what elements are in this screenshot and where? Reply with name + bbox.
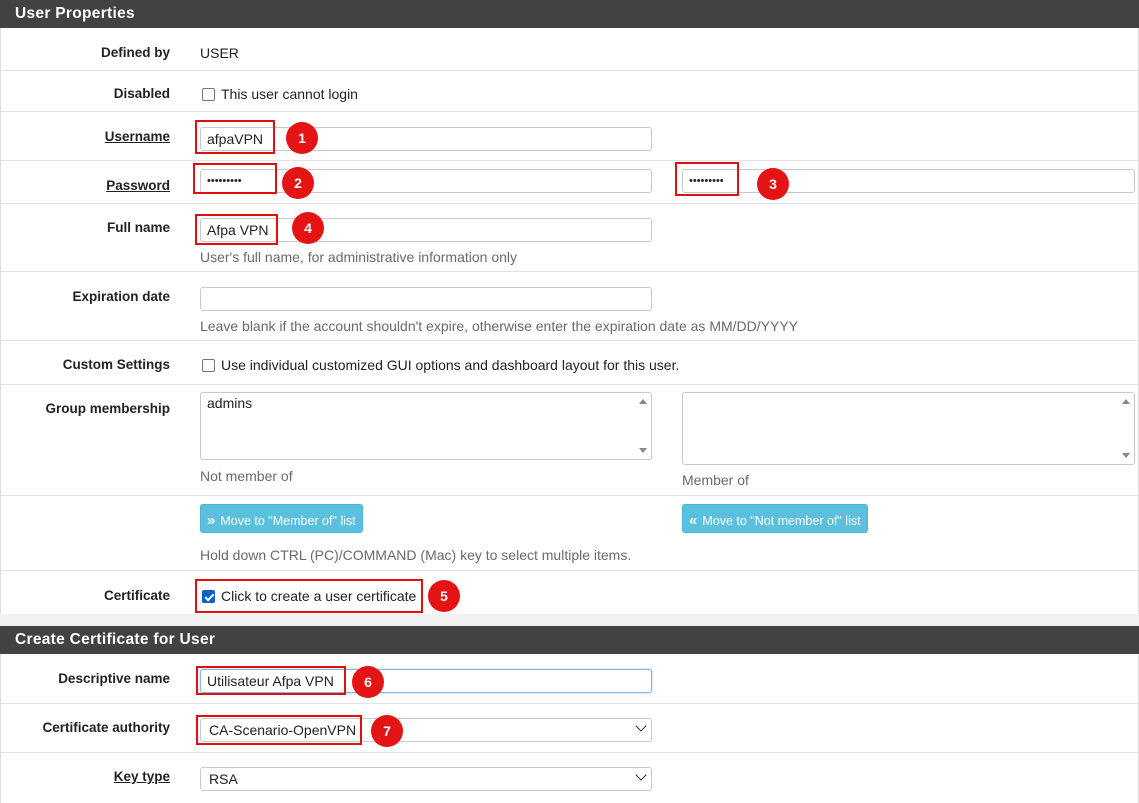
defined-by-value: USER: [200, 45, 239, 61]
list-item[interactable]: admins: [207, 395, 645, 411]
step-marker-7: 7: [371, 715, 403, 747]
scroll-down-icon[interactable]: [1122, 453, 1130, 458]
row-expiration-date: Expiration date Leave blank if the accou…: [1, 272, 1139, 341]
certificate-label: Certificate: [103, 588, 170, 603]
certificate-authority-select[interactable]: CA-Scenario-OpenVPN: [200, 718, 652, 742]
expiration-date-input[interactable]: [200, 287, 652, 311]
group-membership-label: Group membership: [45, 401, 170, 416]
row-defined-by: Defined by USER: [1, 28, 1139, 71]
username-label: Username: [104, 129, 170, 144]
descriptive-name-input[interactable]: Utilisateur Afpa VPN: [200, 669, 652, 693]
certificate-authority-value: CA-Scenario-OpenVPN: [209, 722, 357, 738]
member-listbox[interactable]: [682, 392, 1135, 465]
password-confirm-input[interactable]: •••••••••: [682, 169, 1135, 193]
step-marker-5: 5: [428, 580, 460, 612]
row-certificate: Certificate Click to create a user certi…: [1, 571, 1139, 614]
step-marker-3: 3: [757, 168, 789, 200]
full-name-label: Full name: [106, 220, 170, 235]
double-chevron-left-icon: «: [689, 512, 698, 529]
username-input[interactable]: afpaVPN: [200, 127, 652, 151]
full-name-input[interactable]: Afpa VPN: [200, 218, 652, 242]
user-properties-panel: Defined by USER Disabled This user canno…: [0, 28, 1139, 614]
user-properties-header: User Properties: [0, 0, 1139, 28]
scroll-up-icon[interactable]: [1122, 399, 1130, 404]
group-help: Hold down CTRL (PC)/COMMAND (Mac) key to…: [200, 547, 632, 563]
row-group-membership: Group membership admins Not member of Me…: [1, 385, 1139, 496]
certificate-checkbox-label[interactable]: Click to create a user certificate: [221, 588, 416, 604]
move-to-not-member-label: Move to "Not member of" list: [702, 514, 861, 528]
section-title: User Properties: [15, 5, 135, 22]
key-type-value: RSA: [209, 771, 238, 787]
custom-settings-checkbox-label[interactable]: Use individual customized GUI options an…: [221, 357, 679, 373]
step-marker-1: 1: [286, 122, 318, 154]
certificate-checkbox[interactable]: [202, 590, 215, 603]
move-to-member-button[interactable]: » Move to "Member of" list: [200, 504, 363, 533]
disabled-checkbox[interactable]: [202, 88, 215, 101]
step-marker-6: 6: [352, 666, 384, 698]
move-to-not-member-button[interactable]: « Move to "Not member of" list: [682, 504, 868, 533]
row-password: Password ••••••••• •••••••••: [1, 161, 1139, 204]
scroll-up-icon[interactable]: [639, 399, 647, 404]
step-marker-2: 2: [282, 167, 314, 199]
disabled-checkbox-label[interactable]: This user cannot login: [221, 86, 358, 102]
section-title: Create Certificate for User: [15, 631, 216, 648]
row-certificate-authority: Certificate authority CA-Scenario-OpenVP…: [1, 704, 1139, 753]
move-to-member-label: Move to "Member of" list: [220, 514, 356, 528]
step-marker-4: 4: [292, 212, 324, 244]
not-member-caption: Not member of: [200, 468, 293, 484]
scroll-down-icon[interactable]: [639, 448, 647, 453]
password-input[interactable]: •••••••••: [200, 169, 652, 193]
disabled-label: Disabled: [113, 86, 170, 101]
row-descriptive-name: Descriptive name Utilisateur Afpa VPN: [1, 654, 1139, 704]
custom-settings-checkbox[interactable]: [202, 359, 215, 372]
password-label: Password: [106, 178, 170, 193]
defined-by-label: Defined by: [100, 45, 170, 60]
chevron-down-icon: [635, 769, 647, 781]
certificate-authority-label: Certificate authority: [42, 720, 170, 735]
member-caption: Member of: [682, 472, 749, 488]
chevron-down-icon: [635, 720, 647, 732]
expiration-date-help: Leave blank if the account shouldn't exp…: [200, 318, 799, 334]
create-certificate-panel: Descriptive name Utilisateur Afpa VPN Ce…: [0, 654, 1139, 803]
expiration-date-label: Expiration date: [72, 289, 170, 304]
row-username: Username afpaVPN: [1, 112, 1139, 161]
row-key-type: Key type RSA: [1, 753, 1139, 803]
key-type-select[interactable]: RSA: [200, 767, 652, 791]
descriptive-name-label: Descriptive name: [58, 671, 170, 686]
not-member-listbox[interactable]: admins: [200, 392, 652, 460]
row-custom-settings: Custom Settings Use individual customize…: [1, 341, 1139, 385]
row-group-move: » Move to "Member of" list « Move to "Not …: [1, 496, 1139, 571]
double-chevron-right-icon: »: [207, 512, 216, 529]
create-certificate-header: Create Certificate for User: [0, 626, 1139, 654]
custom-settings-label: Custom Settings: [62, 357, 170, 372]
key-type-label: Key type: [113, 769, 170, 784]
full-name-help: User's full name, for administrative inf…: [200, 249, 518, 265]
row-full-name: Full name Afpa VPN User's full name, for…: [1, 204, 1139, 272]
row-disabled: Disabled This user cannot login: [1, 71, 1139, 112]
